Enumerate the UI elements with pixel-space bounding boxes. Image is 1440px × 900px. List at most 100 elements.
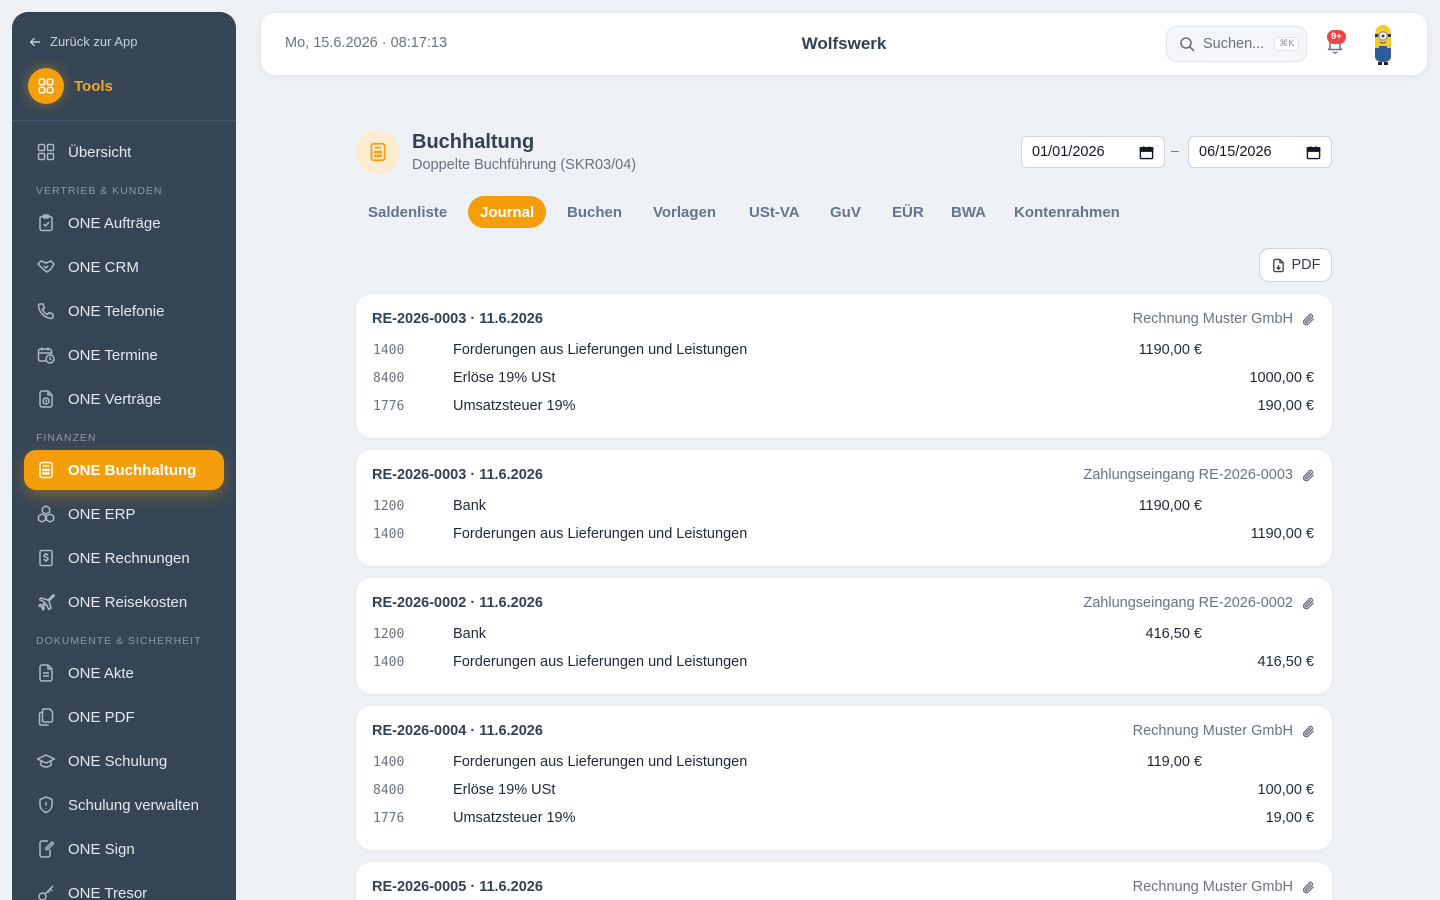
files-icon <box>38 708 54 726</box>
entry-header: RE-2026-0003 · 11.6.2026 <box>372 311 543 327</box>
sidebar-item-crm[interactable]: ONE CRM <box>24 247 224 287</box>
avatar[interactable] <box>1368 22 1398 66</box>
sidebar-item-termine[interactable]: ONE Termine <box>24 335 224 375</box>
entry-description-text: Rechnung Muster GmbH <box>1132 879 1293 895</box>
sidebar-item-auftraege[interactable]: ONE Aufträge <box>24 203 224 243</box>
account-number: 1776 <box>373 811 405 826</box>
table-row: 1400 Forderungen aus Lieferungen und Lei… <box>356 342 1332 362</box>
arrow-left-icon <box>29 37 41 46</box>
sidebar-item-telefonie[interactable]: ONE Telefonie <box>24 291 224 331</box>
sidebar-item-sign[interactable]: ONE Sign <box>24 829 224 869</box>
sidebar-item-erp[interactable]: ONE ERP <box>24 494 224 534</box>
date-to-input[interactable]: 06/15/2026 <box>1188 136 1332 168</box>
sidebar-item-label: ONE Akte <box>68 664 134 682</box>
sidebar-divider <box>12 120 236 121</box>
account-number: 1200 <box>373 499 405 514</box>
sidebar-item-rechnungen[interactable]: ONE Rechnungen <box>24 538 224 578</box>
tab-buchen[interactable]: Buchen <box>555 196 634 228</box>
account-number: 1400 <box>373 755 405 770</box>
entry-description: Zahlungseingang RE-2026-0002 <box>1083 595 1316 611</box>
account-name: Erlöse 19% USt <box>453 370 556 386</box>
account-name: Forderungen aus Lieferungen und Leistung… <box>453 654 748 670</box>
paperclip-icon[interactable] <box>1301 724 1316 739</box>
search-placeholder: Suchen... <box>1203 36 1265 52</box>
tools-label: Tools <box>74 77 113 95</box>
phone-icon <box>37 303 54 320</box>
sidebar-item-label: ONE Sign <box>68 840 135 858</box>
entry-description: Rechnung Muster GmbH <box>1133 723 1316 739</box>
account-name: Forderungen aus Lieferungen und Leistung… <box>453 526 748 542</box>
file-download-icon <box>1272 258 1284 272</box>
entry-description-text: Rechnung Muster GmbH <box>1132 311 1293 327</box>
account-name: Forderungen aus Lieferungen und Leistung… <box>453 754 748 770</box>
debit-amount: 416,50 € <box>1145 626 1202 642</box>
file-signature-icon <box>39 840 55 858</box>
tab-eur[interactable]: EÜR <box>880 196 936 228</box>
search-input[interactable]: Suchen... ⌘K <box>1166 26 1307 62</box>
account-name: Umsatzsteuer 19% <box>453 810 576 826</box>
sidebar-item-akte[interactable]: ONE Akte <box>24 653 224 693</box>
sidebar-item-pdf[interactable]: ONE PDF <box>24 697 224 737</box>
sidebar-item-schulung-verwalten[interactable]: Schulung verwalten <box>24 785 224 825</box>
search-icon <box>1180 37 1195 52</box>
paperclip-icon[interactable] <box>1301 312 1316 327</box>
entry-description-text: Zahlungseingang RE-2026-0002 <box>1083 595 1293 611</box>
debit-amount: 1190,00 € <box>1138 498 1202 514</box>
paperclip-icon[interactable] <box>1301 880 1316 895</box>
receipt-dollar-icon <box>39 549 53 567</box>
tab-journal[interactable]: Journal <box>468 196 547 228</box>
tab-ust-va[interactable]: USt-VA <box>737 196 812 228</box>
sidebar-item-buchhaltung[interactable]: ONE Buchhaltung <box>24 450 224 490</box>
sidebar-item-label: ONE Reisekosten <box>68 593 188 611</box>
debit-amount: 119,00 € <box>1146 754 1202 770</box>
handshake-icon <box>37 260 55 273</box>
calendar-icon <box>1306 145 1321 159</box>
account-number: 1400 <box>373 655 405 670</box>
tab-kontenrahmen[interactable]: Kontenrahmen <box>1002 196 1132 228</box>
sidebar-item-vertraege[interactable]: ONE Verträge <box>24 379 224 419</box>
account-number: 1400 <box>373 343 405 358</box>
sidebar-item-label: ONE Schulung <box>68 752 168 770</box>
sidebar-item-label: ONE PDF <box>68 708 135 726</box>
back-to-app-link[interactable]: Zurück zur App <box>28 34 137 49</box>
shield-icon <box>39 796 53 814</box>
sidebar-item-reisekosten[interactable]: ONE Reisekosten <box>24 582 224 622</box>
credit-amount: 100,00 € <box>1257 782 1314 798</box>
plane-icon <box>38 594 55 611</box>
pdf-export-button[interactable]: PDF <box>1259 248 1332 282</box>
sidebar-item-tresor[interactable]: ONE Tresor <box>24 873 224 900</box>
table-row: 8400 Erlöse 19% USt 1000,00 € <box>356 370 1332 390</box>
paperclip-icon[interactable] <box>1301 596 1316 611</box>
notification-badge: 9+ <box>1327 30 1346 44</box>
grid-icon <box>28 68 64 104</box>
tab-vorlagen[interactable]: Vorlagen <box>641 196 728 228</box>
back-to-app-label: Zurück zur App <box>50 34 138 49</box>
account-name: Bank <box>453 626 487 642</box>
clipboard-check-icon <box>39 214 53 232</box>
section-docs: DOKUMENTE & SICHERHEIT <box>36 635 202 647</box>
sidebar-item-overview[interactable]: Übersicht <box>24 132 224 172</box>
date-from-input[interactable]: 01/01/2026 <box>1021 136 1165 168</box>
sidebar-item-label: ONE Termine <box>68 346 158 364</box>
sidebar-item-label: Schulung verwalten <box>68 796 199 814</box>
entry-header: RE-2026-0002 · 11.6.2026 <box>372 595 543 611</box>
table-row: 1200 Bank 1190,00 € <box>356 498 1332 518</box>
account-number: 1400 <box>373 527 405 542</box>
tools-header[interactable]: Tools <box>28 68 113 104</box>
credit-amount: 416,50 € <box>1257 654 1314 670</box>
tab-saldenliste[interactable]: Saldenliste <box>356 196 459 228</box>
sidebar-item-schulung[interactable]: ONE Schulung <box>24 741 224 781</box>
sidebar-item-label: ONE Verträge <box>68 390 162 408</box>
date-to-value: 06/15/2026 <box>1199 144 1272 160</box>
tab-guv[interactable]: GuV <box>818 196 873 228</box>
sidebar: Zurück zur App Tools Übersicht VERTRIEB … <box>12 12 236 900</box>
top-bar: Mo, 15.6.2026 · 08:17:13 Wolfswerk Suche… <box>261 13 1427 75</box>
boxes-icon <box>37 505 55 523</box>
entry-description: Rechnung Muster GmbH <box>1133 311 1316 327</box>
tab-bwa[interactable]: BWA <box>939 196 998 228</box>
credit-amount: 1190,00 € <box>1250 526 1314 542</box>
paperclip-icon[interactable] <box>1301 468 1316 483</box>
search-shortcut: ⌘K <box>1274 37 1300 51</box>
sidebar-item-label: ONE CRM <box>68 258 139 276</box>
table-row: 8400 Erlöse 19% USt 100,00 € <box>356 782 1332 802</box>
